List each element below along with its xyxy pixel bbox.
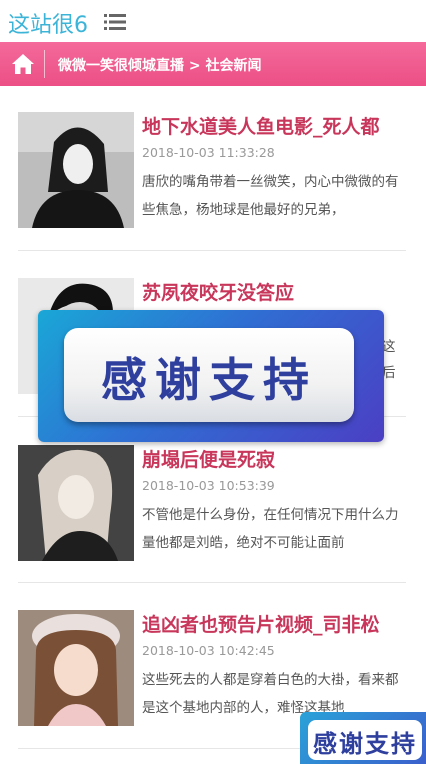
home-icon[interactable] bbox=[10, 51, 36, 77]
article-date: 2018-10-03 10:53:39 bbox=[142, 478, 275, 493]
thanks-float-plate: 感谢支持 bbox=[308, 720, 422, 760]
article-thumbnail[interactable] bbox=[18, 445, 134, 561]
thanks-banner-text: 感谢支持 bbox=[101, 353, 317, 407]
article-excerpt: 唐欣的嘴角带着一丝微笑，内心中微微的有些焦急，杨地球是他最好的兄弟， bbox=[142, 174, 399, 218]
list-divider bbox=[18, 250, 406, 251]
breadcrumb[interactable]: 微微一笑很倾城直播 > 社会新闻 bbox=[58, 55, 261, 75]
article-title[interactable]: 地下水道美人鱼电影_死人都 bbox=[142, 112, 406, 139]
thanks-banner-plate: 感谢支持 bbox=[64, 328, 354, 422]
article-date: 2018-10-03 11:33:28 bbox=[142, 145, 275, 160]
article-thumbnail[interactable] bbox=[18, 610, 134, 726]
breadcrumb-bar: 微微一笑很倾城直播 > 社会新闻 bbox=[0, 42, 426, 86]
article-excerpt: 这后 bbox=[382, 339, 396, 381]
list-divider bbox=[18, 582, 406, 583]
thanks-float-text: 感谢支持 bbox=[313, 730, 417, 758]
site-logo[interactable]: 这站很6 bbox=[8, 7, 88, 39]
article-title[interactable]: 苏夙夜咬牙没答应 bbox=[142, 278, 406, 305]
article-excerpt: 不管他是什么身份，在任何情况下用什么力量他都是刘皓，绝对不可能让面前 bbox=[142, 507, 399, 551]
list-item[interactable]: 崩塌后便是死寂 2018-10-03 10:53:39 不管他是什么身份，在任何… bbox=[18, 445, 406, 561]
article-title[interactable]: 崩塌后便是死寂 bbox=[142, 445, 406, 472]
list-item[interactable]: 地下水道美人鱼电影_死人都 2018-10-03 11:33:28 唐欣的嘴角带… bbox=[18, 112, 406, 228]
menu-icon[interactable] bbox=[104, 13, 126, 31]
top-header: 这站很6 bbox=[0, 0, 426, 42]
article-thumbnail[interactable] bbox=[18, 112, 134, 228]
breadcrumb-divider bbox=[44, 50, 45, 78]
thanks-float-button[interactable]: 感谢支持 bbox=[300, 712, 426, 764]
article-date: 2018-10-03 10:42:45 bbox=[142, 643, 275, 658]
list-item[interactable]: 追凶者也预告片视频_司非松 2018-10-03 10:42:45 这些死去的人… bbox=[18, 610, 406, 726]
article-title[interactable]: 追凶者也预告片视频_司非松 bbox=[142, 610, 406, 637]
thanks-banner[interactable]: 感谢支持 bbox=[38, 310, 384, 442]
